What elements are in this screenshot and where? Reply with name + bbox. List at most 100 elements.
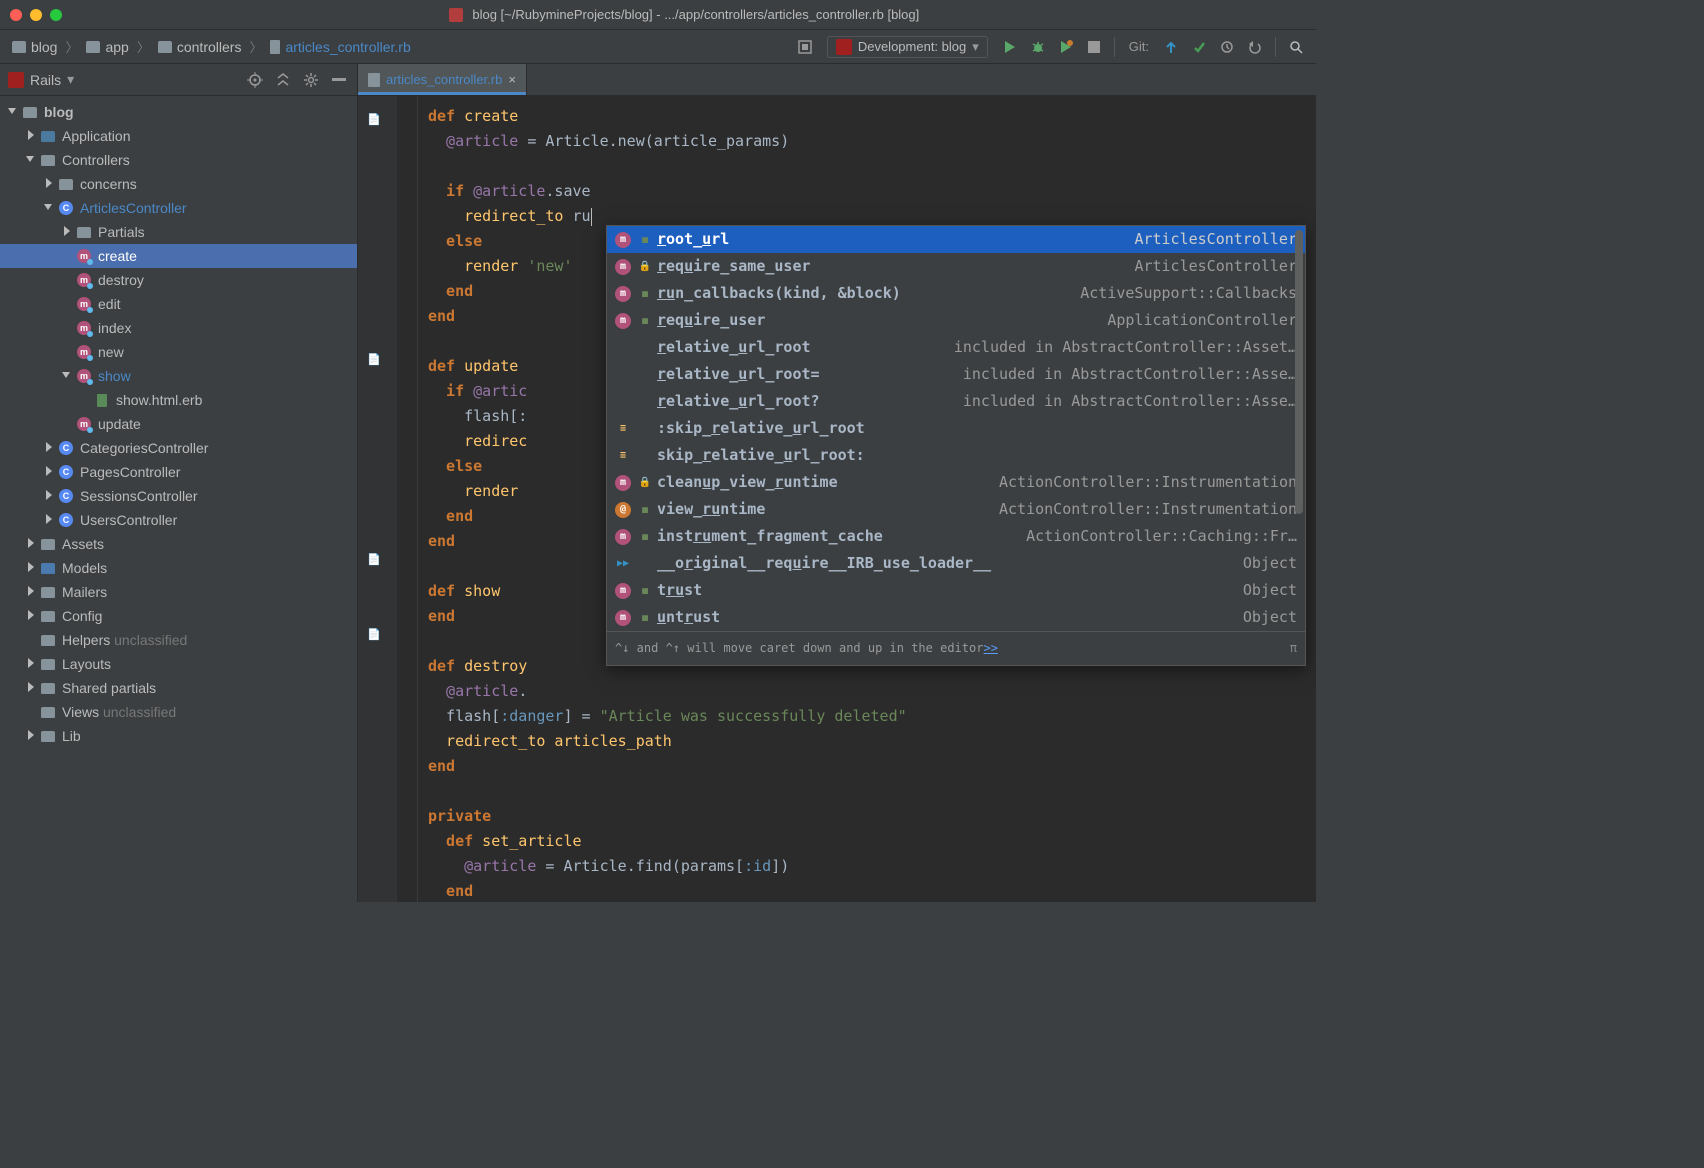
gutter[interactable]: 📄 📄 📄 📄 bbox=[358, 96, 398, 902]
expand-icon[interactable] bbox=[26, 610, 38, 622]
gutter-icon[interactable]: 📄 bbox=[366, 551, 382, 567]
breadcrumb-item-current[interactable]: articles_controller.rb bbox=[266, 37, 414, 57]
completion-item[interactable]: relative_url_root?included in AbstractCo… bbox=[607, 388, 1305, 415]
tree-item-models[interactable]: Models bbox=[0, 556, 357, 580]
expand-icon[interactable] bbox=[26, 130, 38, 142]
tree-item-partials[interactable]: Partials bbox=[0, 220, 357, 244]
tree-item-pages[interactable]: CPagesController bbox=[0, 460, 357, 484]
tree-item-helpers[interactable]: Helpers unclassified bbox=[0, 628, 357, 652]
completion-item[interactable]: @▪view_runtimeActionController::Instrume… bbox=[607, 496, 1305, 523]
tree-item-categories[interactable]: CCategoriesController bbox=[0, 436, 357, 460]
completion-item[interactable]: relative_url_root=included in AbstractCo… bbox=[607, 361, 1305, 388]
expand-icon[interactable] bbox=[44, 490, 56, 502]
completion-item[interactable]: m▪instrument_fragment_cacheActionControl… bbox=[607, 523, 1305, 550]
expand-icon[interactable] bbox=[26, 562, 38, 574]
collapse-all-button[interactable] bbox=[273, 70, 293, 90]
tree-item-lib[interactable]: Lib bbox=[0, 724, 357, 748]
tree-item-articles-controller[interactable]: CArticlesController bbox=[0, 196, 357, 220]
vcs-update-button[interactable] bbox=[1159, 35, 1183, 59]
gutter-icon[interactable]: 📄 bbox=[366, 111, 382, 127]
completion-item[interactable]: ≡:skip_relative_url_root bbox=[607, 415, 1305, 442]
scrollbar[interactable] bbox=[1295, 230, 1303, 635]
expand-icon[interactable] bbox=[26, 586, 38, 598]
completion-more-link[interactable]: >> bbox=[983, 636, 997, 661]
stop-button[interactable] bbox=[1082, 35, 1106, 59]
completion-item[interactable]: m🔒cleanup_view_runtimeActionController::… bbox=[607, 469, 1305, 496]
debug-button[interactable] bbox=[1026, 35, 1050, 59]
project-tree[interactable]: blog Application Controllers concerns CA… bbox=[0, 96, 357, 902]
fold-gutter[interactable] bbox=[398, 96, 418, 902]
tree-item-application[interactable]: Application bbox=[0, 124, 357, 148]
completion-item[interactable]: m▪run_callbacks(kind, &block)ActiveSuppo… bbox=[607, 280, 1305, 307]
run-config-selector[interactable]: Development: blog ▾ bbox=[827, 36, 988, 58]
collapse-icon[interactable] bbox=[62, 370, 74, 382]
settings-button[interactable] bbox=[301, 70, 321, 90]
window-maximize-button[interactable] bbox=[50, 9, 62, 21]
expand-icon[interactable] bbox=[44, 178, 56, 190]
expand-icon[interactable] bbox=[26, 658, 38, 670]
tree-item-create[interactable]: mcreate bbox=[0, 244, 357, 268]
code-completion-popup[interactable]: m▪root_urlArticlesControllerm🔒require_sa… bbox=[606, 225, 1306, 666]
tree-item-edit[interactable]: medit bbox=[0, 292, 357, 316]
expand-icon[interactable] bbox=[62, 226, 74, 238]
close-tab-button[interactable]: × bbox=[508, 72, 516, 87]
tree-item-destroy[interactable]: mdestroy bbox=[0, 268, 357, 292]
code-editor[interactable]: def create @article = Article.new(articl… bbox=[418, 96, 1316, 902]
tree-item-sessions[interactable]: CSessionsController bbox=[0, 484, 357, 508]
run-coverage-button[interactable] bbox=[1054, 35, 1078, 59]
breadcrumb-item[interactable]: controllers bbox=[154, 37, 246, 57]
breadcrumb-item[interactable]: blog bbox=[8, 37, 61, 57]
tree-item-assets[interactable]: Assets bbox=[0, 532, 357, 556]
tree-item-index[interactable]: mindex bbox=[0, 316, 357, 340]
completion-item[interactable]: relative_url_rootincluded in AbstractCon… bbox=[607, 334, 1305, 361]
collapse-icon[interactable] bbox=[44, 202, 56, 214]
pi-icon[interactable]: π bbox=[1290, 636, 1297, 661]
collapse-icon[interactable] bbox=[26, 154, 38, 166]
expand-icon[interactable] bbox=[26, 682, 38, 694]
completion-item[interactable]: ▶▶__original__require__IRB_use_loader__O… bbox=[607, 550, 1305, 577]
vcs-commit-button[interactable] bbox=[1187, 35, 1211, 59]
sidebar-view-selector[interactable]: Rails ▾ bbox=[8, 71, 74, 88]
vcs-history-button[interactable] bbox=[1215, 35, 1239, 59]
tree-item-update[interactable]: mupdate bbox=[0, 412, 357, 436]
tree-item-root[interactable]: blog bbox=[0, 100, 357, 124]
build-button[interactable] bbox=[793, 35, 817, 59]
tree-item-shared-partials[interactable]: Shared partials bbox=[0, 676, 357, 700]
window-minimize-button[interactable] bbox=[30, 9, 42, 21]
completion-item[interactable]: ≡skip_relative_url_root: bbox=[607, 442, 1305, 469]
completion-item[interactable]: m🔒require_same_userArticlesController bbox=[607, 253, 1305, 280]
run-button[interactable] bbox=[998, 35, 1022, 59]
tree-item-concerns[interactable]: concerns bbox=[0, 172, 357, 196]
scrollbar-thumb[interactable] bbox=[1295, 230, 1303, 514]
gutter-icon[interactable]: 📄 bbox=[366, 351, 382, 367]
hide-button[interactable] bbox=[329, 70, 349, 90]
expand-icon[interactable] bbox=[26, 538, 38, 550]
collapse-icon[interactable] bbox=[8, 106, 20, 118]
breadcrumb-item[interactable]: app bbox=[82, 37, 132, 57]
tree-item-views[interactable]: Views unclassified bbox=[0, 700, 357, 724]
tree-item-show[interactable]: mshow bbox=[0, 364, 357, 388]
completion-item[interactable]: m▪root_urlArticlesController bbox=[607, 226, 1305, 253]
completion-item[interactable]: m▪require_userApplicationController bbox=[607, 307, 1305, 334]
completion-list[interactable]: m▪root_urlArticlesControllerm🔒require_sa… bbox=[607, 226, 1305, 631]
tree-item-mailers[interactable]: Mailers bbox=[0, 580, 357, 604]
scroll-to-source-button[interactable] bbox=[245, 70, 265, 90]
expand-icon[interactable] bbox=[44, 466, 56, 478]
editor-content[interactable]: 📄 📄 📄 📄 def create @article = Article.ne… bbox=[358, 96, 1316, 902]
vcs-revert-button[interactable] bbox=[1243, 35, 1267, 59]
tree-item-config[interactable]: Config bbox=[0, 604, 357, 628]
window-close-button[interactable] bbox=[10, 9, 22, 21]
gutter-icon[interactable]: 📄 bbox=[366, 626, 382, 642]
expand-icon[interactable] bbox=[26, 730, 38, 742]
expand-icon[interactable] bbox=[44, 514, 56, 526]
tree-item-layouts[interactable]: Layouts bbox=[0, 652, 357, 676]
tree-item-users[interactable]: CUsersController bbox=[0, 508, 357, 532]
search-button[interactable] bbox=[1284, 35, 1308, 59]
completion-item[interactable]: m▪untrustObject bbox=[607, 604, 1305, 631]
tree-item-show-erb[interactable]: show.html.erb bbox=[0, 388, 357, 412]
tree-item-new[interactable]: mnew bbox=[0, 340, 357, 364]
expand-icon[interactable] bbox=[44, 442, 56, 454]
tree-item-controllers[interactable]: Controllers bbox=[0, 148, 357, 172]
editor-tab[interactable]: articles_controller.rb × bbox=[358, 64, 527, 95]
completion-item[interactable]: m▪trustObject bbox=[607, 577, 1305, 604]
